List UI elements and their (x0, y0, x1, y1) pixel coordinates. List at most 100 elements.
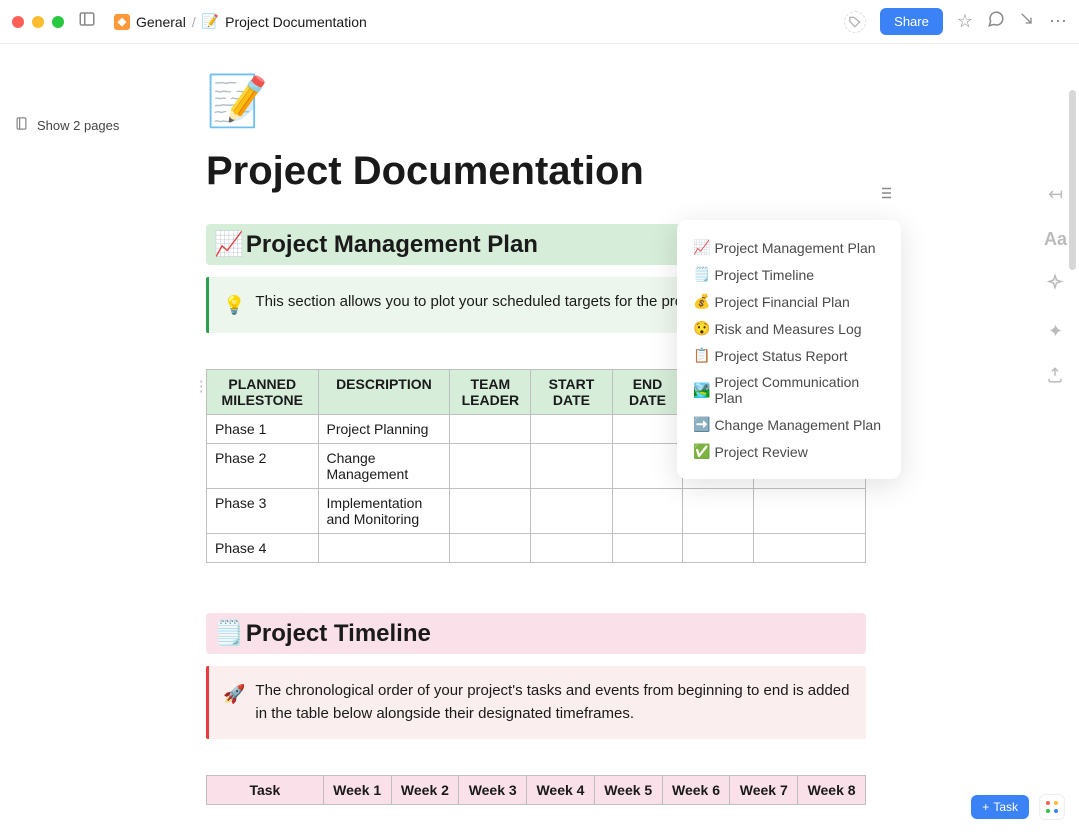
table-header[interactable]: START DATE (531, 370, 612, 415)
breadcrumb-root[interactable]: General (136, 14, 186, 30)
ai-icon[interactable] (1046, 274, 1064, 297)
sparkle-icon[interactable]: ✦ (1048, 321, 1063, 342)
table-header[interactable]: END DATE (612, 370, 683, 415)
outline-item[interactable]: 🗒️Project Timeline (691, 261, 887, 288)
table-header[interactable]: Week 7 (730, 776, 798, 805)
fullscreen-window-button[interactable] (52, 16, 64, 28)
table-cell[interactable]: Phase 2 (207, 444, 319, 489)
breadcrumb-separator: / (192, 14, 196, 30)
callout-timeline[interactable]: 🚀 The chronological order of your projec… (206, 666, 866, 739)
table-cell[interactable] (318, 534, 450, 563)
breadcrumb-page-emoji: 📝 (202, 13, 219, 30)
table-cell[interactable] (450, 444, 531, 489)
outline-item[interactable]: ➡️Change Management Plan (691, 411, 887, 438)
comments-icon[interactable] (987, 10, 1005, 33)
table-cell[interactable] (612, 415, 683, 444)
table-cell[interactable] (450, 534, 531, 563)
apps-button[interactable] (1039, 794, 1065, 820)
left-rail: Show 2 pages (0, 44, 200, 834)
topbar-actions: Share ☆ ⋯ (844, 8, 1067, 35)
table-header[interactable]: PLANNED MILESTONE (207, 370, 319, 415)
table-header[interactable]: TEAM LEADER (450, 370, 531, 415)
export-icon[interactable] (1046, 366, 1064, 389)
section-emoji: 📈 (214, 230, 244, 259)
table-cell[interactable]: Implementation and Monitoring (318, 489, 450, 534)
table-header[interactable]: DESCRIPTION (318, 370, 450, 415)
outline-item-emoji: 📋 (693, 347, 710, 364)
outline-popup: 📈Project Management Plan🗒️Project Timeli… (677, 220, 901, 479)
table-cell[interactable]: Phase 3 (207, 489, 319, 534)
plus-icon: + (982, 800, 989, 814)
outline-item-label: Project Review (714, 444, 807, 460)
outline-item[interactable]: 🏞️Project Communication Plan (691, 369, 887, 411)
table-cell[interactable] (683, 489, 754, 534)
outline-item[interactable]: 💰Project Financial Plan (691, 288, 887, 315)
task-button[interactable]: + Task (971, 795, 1029, 819)
outline-item-emoji: ➡️ (693, 416, 710, 433)
more-icon[interactable]: ⋯ (1049, 11, 1067, 32)
outline-item-emoji: 🏞️ (693, 382, 710, 399)
download-icon[interactable] (1019, 11, 1035, 32)
breadcrumb: ◆ General / 📝 Project Documentation (114, 13, 367, 30)
table-cell[interactable] (531, 415, 612, 444)
table-row[interactable]: Phase 3Implementation and Monitoring (207, 489, 866, 534)
page-icon[interactable]: 📝 (206, 72, 866, 131)
table-cell[interactable] (450, 489, 531, 534)
table-cell[interactable] (612, 489, 683, 534)
table-cell[interactable] (612, 534, 683, 563)
breadcrumb-page[interactable]: Project Documentation (225, 14, 367, 30)
table-cell[interactable] (531, 489, 612, 534)
outline-item[interactable]: 😯Risk and Measures Log (691, 315, 887, 342)
timeline-table[interactable]: TaskWeek 1Week 2Week 3Week 4Week 5Week 6… (206, 775, 866, 805)
outline-item-emoji: ✅ (693, 443, 710, 460)
outline-toggle-icon[interactable] (876, 184, 894, 207)
table-cell[interactable]: Change Management (318, 444, 450, 489)
sidebar-toggle-icon[interactable] (78, 10, 96, 33)
table-header[interactable]: Week 6 (662, 776, 730, 805)
outline-item-emoji: 🗒️ (693, 266, 710, 283)
callout-text: The chronological order of your project'… (255, 680, 852, 725)
bulb-icon: 💡 (223, 292, 245, 319)
tag-button[interactable] (844, 11, 866, 33)
bottom-right-actions: + Task (971, 794, 1065, 820)
table-cell[interactable] (754, 534, 866, 563)
outline-item[interactable]: 📋Project Status Report (691, 342, 887, 369)
table-header[interactable]: Task (207, 776, 324, 805)
drag-handle-icon[interactable]: ⋮⋮ (200, 377, 209, 395)
scrollbar[interactable] (1069, 90, 1076, 270)
font-style-icon[interactable]: Aa (1044, 229, 1067, 250)
close-window-button[interactable] (12, 16, 24, 28)
page-title[interactable]: Project Documentation (206, 149, 866, 194)
table-cell[interactable]: Phase 4 (207, 534, 319, 563)
table-header[interactable]: Week 2 (391, 776, 459, 805)
outline-item-emoji: 📈 (693, 239, 710, 256)
share-button[interactable]: Share (880, 8, 943, 35)
task-button-label: Task (993, 800, 1018, 814)
table-row[interactable]: Phase 4 (207, 534, 866, 563)
table-cell[interactable] (683, 534, 754, 563)
width-toggle-icon[interactable]: ↤ (1048, 184, 1063, 205)
outline-item[interactable]: 📈Project Management Plan (691, 234, 887, 261)
table-cell[interactable] (531, 534, 612, 563)
section-header-timeline[interactable]: 🗒️ Project Timeline (206, 613, 866, 654)
workspace-icon[interactable]: ◆ (114, 14, 130, 30)
table-header[interactable]: Week 1 (323, 776, 391, 805)
table-cell[interactable]: Project Planning (318, 415, 450, 444)
outline-item[interactable]: ✅Project Review (691, 438, 887, 465)
table-cell[interactable] (754, 489, 866, 534)
section-title-text: Project Management Plan (246, 231, 538, 259)
table-cell[interactable] (531, 444, 612, 489)
table-cell[interactable]: Phase 1 (207, 415, 319, 444)
table-header[interactable]: Week 4 (527, 776, 595, 805)
favorite-icon[interactable]: ☆ (957, 11, 973, 32)
show-pages-toggle[interactable]: Show 2 pages (14, 116, 188, 134)
minimize-window-button[interactable] (32, 16, 44, 28)
table-header[interactable]: Week 8 (798, 776, 866, 805)
table-header[interactable]: Week 3 (459, 776, 527, 805)
rocket-icon: 🚀 (223, 681, 245, 725)
outline-item-label: Change Management Plan (714, 417, 881, 433)
show-pages-label: Show 2 pages (37, 118, 119, 133)
table-cell[interactable] (612, 444, 683, 489)
table-header[interactable]: Week 5 (594, 776, 662, 805)
table-cell[interactable] (450, 415, 531, 444)
